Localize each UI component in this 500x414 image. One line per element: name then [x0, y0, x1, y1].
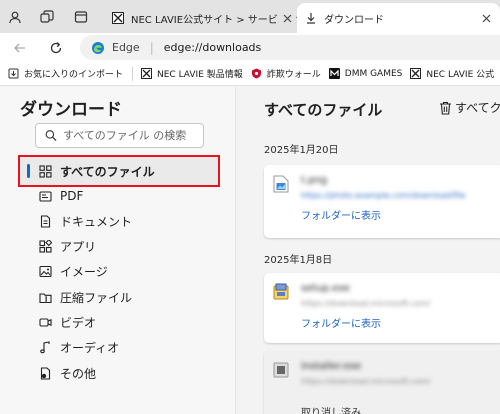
downloads-page: ダウンロード すべてのファイル PDF ドキュメント アプリ イメージ	[0, 87, 500, 414]
bookmark-nec-products[interactable]: NEC LAVIE 製品情報	[141, 67, 243, 80]
audio-icon	[40, 340, 50, 353]
bookmark-label: お気に入りのインポート	[24, 70, 124, 80]
bookmark-label: DMM GAMES	[344, 68, 403, 79]
video-icon	[39, 317, 52, 327]
category-label: すべてのファイル	[60, 164, 155, 179]
grid-icon	[39, 164, 52, 178]
bookmark-label: NEC LAVIE 製品情報	[157, 70, 243, 80]
tab-title: NEC LAVIE公式サイト > サービス&サ	[131, 14, 297, 26]
cancelled-status: 取り消し済み	[301, 408, 361, 414]
bookmark-fraud-wall[interactable]: 詐欺ウォール	[251, 67, 321, 80]
file-name[interactable]: setup.exe	[301, 283, 350, 294]
category-label: ビデオ	[60, 315, 97, 330]
apps-icon	[39, 239, 52, 253]
file-name[interactable]: t.png	[301, 175, 327, 186]
search-icon	[45, 130, 57, 142]
profile-icon[interactable]	[4, 6, 26, 28]
other-icon	[40, 366, 51, 380]
category-audio[interactable]: オーディオ	[22, 334, 218, 360]
document-icon	[40, 214, 51, 228]
tab-nec-lavie[interactable]: NEC LAVIE公式サイト > サービス&サ	[104, 3, 297, 33]
category-label: ドキュメント	[60, 214, 133, 229]
download-icon	[307, 13, 315, 24]
category-label: その他	[60, 366, 97, 381]
category-apps[interactable]: アプリ	[22, 233, 218, 259]
file-source-url: https://download.microsoft.com/	[301, 377, 431, 386]
sidebar: ダウンロード すべてのファイル PDF ドキュメント アプリ イメージ	[0, 87, 236, 414]
edge-logo-icon	[92, 41, 104, 54]
date-heading: 2025年1月20日	[264, 145, 339, 156]
category-video[interactable]: ビデオ	[22, 309, 218, 335]
bookmark-divider	[132, 66, 134, 81]
download-item[interactable]: setup.exe https://download.microsoft.com…	[264, 273, 500, 343]
installer-icon	[273, 283, 289, 300]
import-icon	[8, 68, 19, 79]
close-icon[interactable]	[478, 10, 494, 26]
tab-downloads[interactable]: ダウンロード	[297, 3, 500, 33]
category-pdf[interactable]: PDF	[22, 183, 218, 209]
nec-logo-icon	[112, 12, 124, 24]
show-in-folder-link[interactable]: フォルダーに表示	[301, 207, 381, 222]
file-name[interactable]: installer.exe	[301, 361, 361, 372]
bookmark-import[interactable]: お気に入りのインポート	[8, 67, 123, 80]
tab-strip: NEC LAVIE公式サイト > サービス&サ ダウンロード	[0, 0, 500, 33]
zip-folder-icon	[39, 292, 52, 303]
selection-indicator	[27, 164, 30, 178]
file-source-url: https://photo.example.com/download/file	[301, 191, 466, 200]
omnibox[interactable]: Edge | edge://downloads	[80, 35, 500, 60]
bookmark-nec-official[interactable]: NEC LAVIE 公式	[410, 67, 494, 80]
nec-logo-icon	[141, 68, 153, 79]
category-other[interactable]: その他	[22, 360, 218, 386]
shield-icon	[251, 68, 261, 79]
address-separator: |	[149, 40, 154, 55]
download-item[interactable]: t.png https://photo.example.com/download…	[264, 165, 500, 238]
page-title: すべてのファイル	[264, 101, 383, 119]
file-source-url: https://download.microsoft.com/	[301, 299, 431, 308]
edge-brand-label: Edge	[112, 41, 140, 54]
show-in-folder-link[interactable]: フォルダーに表示	[301, 315, 381, 330]
app-file-icon	[273, 362, 289, 378]
downloads-list: すべてのファイル すべてク 2025年1月20日 t.png https://p…	[237, 87, 500, 414]
download-item[interactable]: installer.exe https://download.microsoft…	[264, 351, 500, 414]
search-box[interactable]	[35, 123, 204, 148]
workspaces-icon[interactable]	[36, 6, 58, 28]
refresh-button[interactable]	[45, 37, 67, 59]
trash-icon	[440, 101, 451, 115]
category-label: 圧縮ファイル	[60, 290, 133, 305]
bookmark-dmm-games[interactable]: DMM GAMES	[328, 68, 403, 79]
nec-logo-icon	[410, 68, 422, 79]
close-icon[interactable]	[279, 10, 295, 26]
category-label: イメージ	[60, 264, 108, 279]
category-label: オーディオ	[60, 340, 120, 355]
dmm-logo-icon	[328, 68, 340, 79]
bookmarks-bar: お気に入りのインポート NEC LAVIE 製品情報 詐欺ウォール DMM GA…	[0, 62, 500, 86]
category-label: アプリ	[60, 239, 97, 254]
search-input[interactable]	[63, 129, 203, 142]
tab-title: ダウンロード	[324, 14, 384, 26]
pdf-icon	[39, 190, 52, 202]
back-button[interactable]	[9, 37, 31, 59]
clear-all-button[interactable]: すべてク	[439, 99, 500, 116]
date-heading: 2025年1月8日	[264, 255, 333, 266]
bookmark-label: NEC LAVIE 公式	[426, 70, 495, 80]
tab-actions-icon[interactable]	[70, 6, 92, 28]
category-label: PDF	[60, 189, 84, 203]
category-images[interactable]: イメージ	[22, 258, 218, 284]
sidebar-title: ダウンロード	[20, 100, 122, 120]
address-bar: Edge | edge://downloads	[0, 33, 500, 62]
image-icon	[39, 265, 52, 277]
category-documents[interactable]: ドキュメント	[22, 208, 218, 234]
image-file-icon	[273, 175, 289, 193]
bookmark-label: 詐欺ウォール	[266, 70, 321, 80]
clear-all-label: すべてク	[455, 101, 500, 115]
category-compressed[interactable]: 圧縮ファイル	[22, 284, 218, 310]
url-text[interactable]: edge://downloads	[164, 41, 262, 54]
